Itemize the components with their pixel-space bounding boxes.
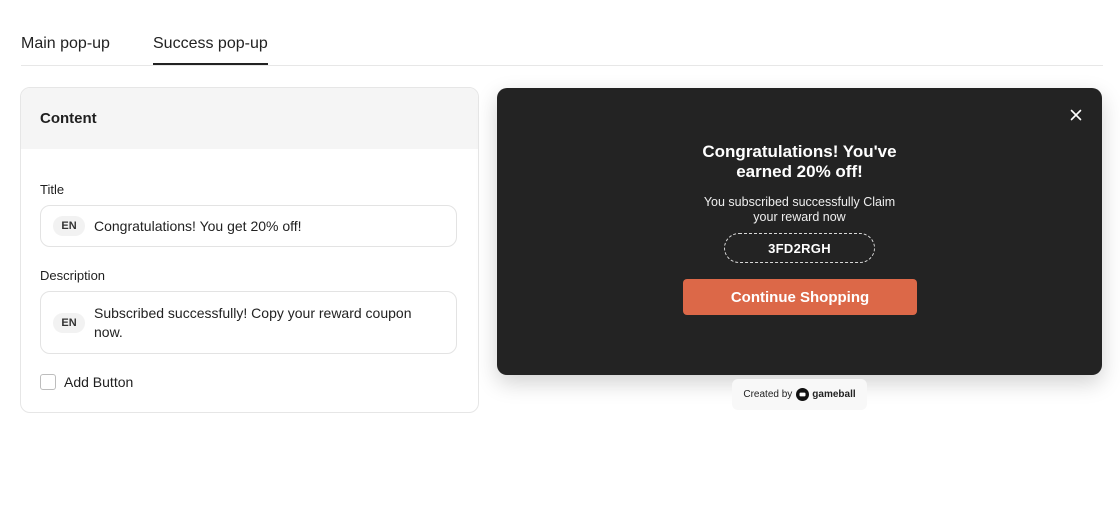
preview-title: Congratulations! You've earned 20% off! (497, 142, 1102, 182)
content-panel: Content Title EN Congratulations! You ge… (20, 87, 479, 413)
preview-description-line-2: your reward now (753, 210, 846, 224)
content-panel-header: Content (21, 88, 478, 149)
preview-description: You subscribed successfully Claim your r… (497, 195, 1102, 225)
tab-main-popup[interactable]: Main pop-up (21, 35, 110, 64)
close-icon[interactable] (1067, 106, 1085, 124)
title-label: Title (40, 182, 65, 197)
add-button-option[interactable]: Add Button (40, 374, 133, 390)
popup-preview: Congratulations! You've earned 20% off! … (497, 88, 1102, 375)
add-button-label[interactable]: Add Button (64, 374, 133, 390)
gameball-logo: gameball (796, 388, 856, 401)
preview-title-line-1: Congratulations! You've (702, 142, 897, 161)
add-button-checkbox[interactable] (40, 374, 56, 390)
tab-bar: Main pop-up Success pop-up (21, 0, 1103, 66)
continue-shopping-button[interactable]: Continue Shopping (683, 279, 917, 315)
preview-description-line-1: You subscribed successfully Claim (703, 195, 896, 209)
gameball-brand-text: gameball (812, 389, 856, 400)
created-by-text: Created by (743, 389, 793, 400)
coupon-code[interactable]: 3FD2RGH (724, 233, 875, 263)
created-by-badge[interactable]: Created by gameball (732, 379, 867, 410)
content-panel-title: Content (40, 110, 97, 127)
preview-title-line-2: earned 20% off! (736, 162, 863, 181)
gameball-logo-icon (796, 388, 810, 401)
description-label: Description (40, 268, 106, 283)
description-input[interactable]: EN Subscribed successfully! Copy your re… (40, 291, 457, 354)
description-input-value[interactable]: Subscribed successfully! Copy your rewar… (94, 304, 434, 342)
description-lang-badge[interactable]: EN (53, 312, 85, 333)
title-lang-badge[interactable]: EN (53, 216, 85, 236)
title-input-value[interactable]: Congratulations! You get 20% off! (94, 217, 302, 236)
title-input[interactable]: EN Congratulations! You get 20% off! (40, 205, 457, 247)
tab-success-popup[interactable]: Success pop-up (153, 35, 268, 65)
